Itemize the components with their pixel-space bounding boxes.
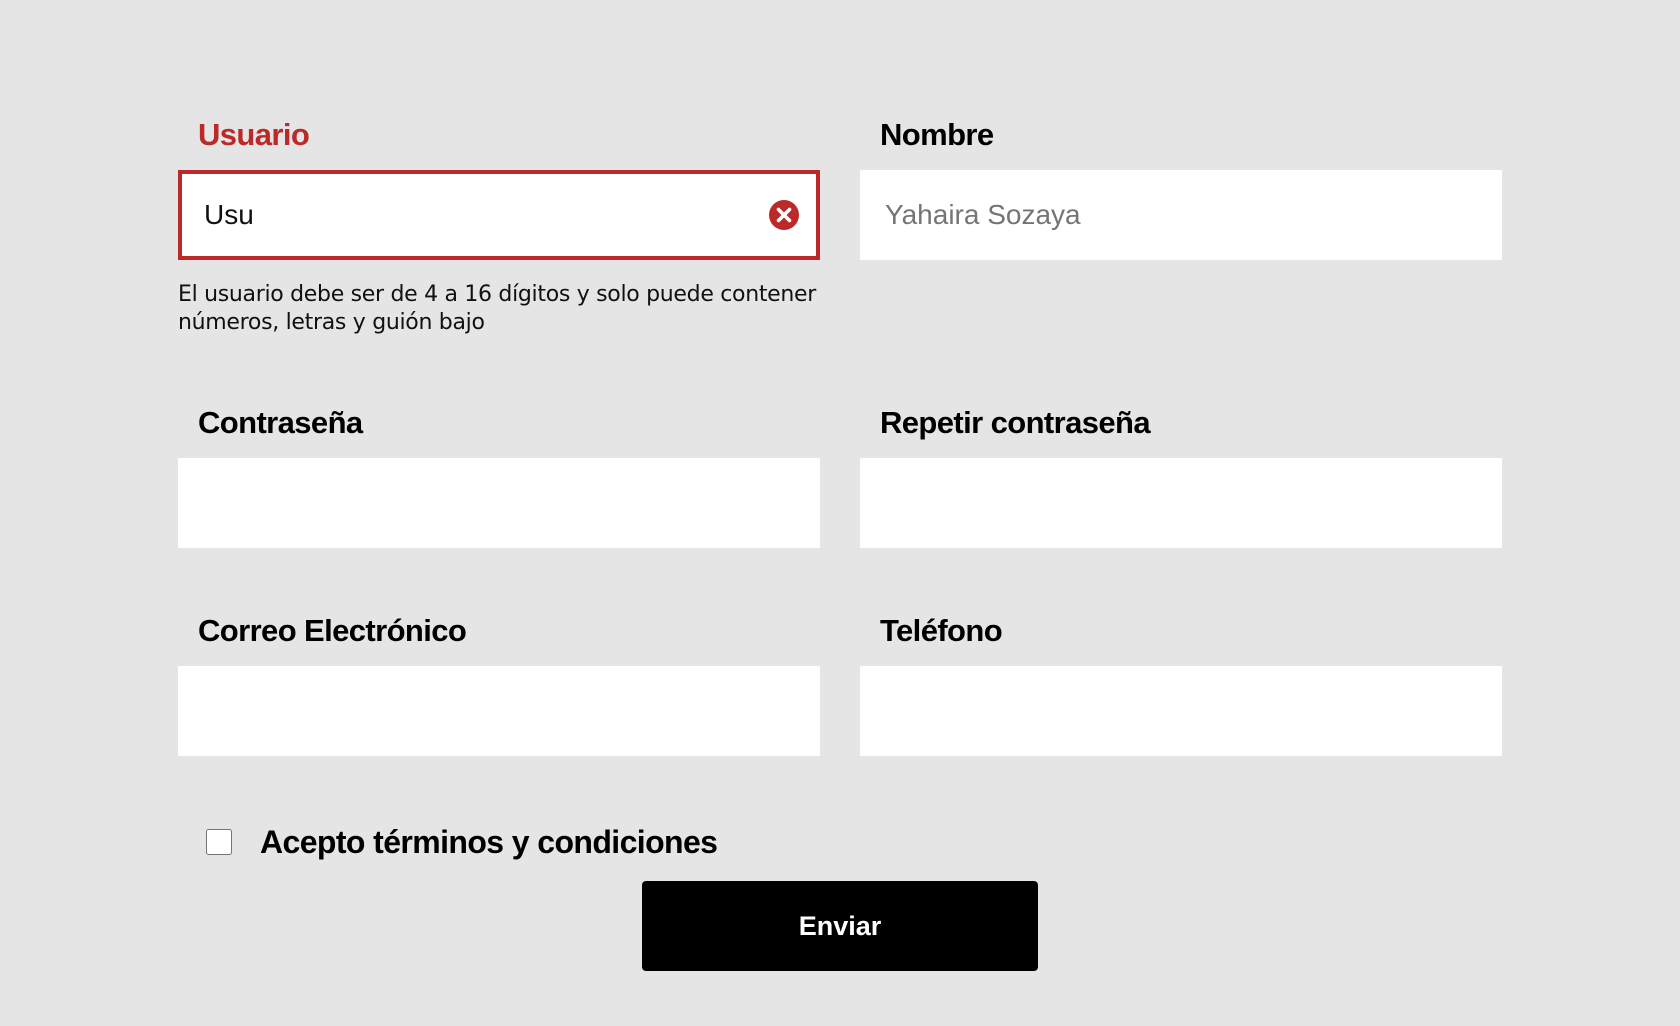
correo-input[interactable] (178, 666, 820, 756)
usuario-group: Usuario El usuario debe ser de 4 a 16 dí… (178, 100, 820, 337)
password-field-wrapper (178, 458, 820, 548)
telefono-label: Teléfono (880, 613, 1003, 648)
registration-form: Usuario El usuario debe ser de 4 a 16 dí… (178, 100, 1502, 1000)
nombre-field-wrapper (860, 170, 1502, 260)
password-repeat-input[interactable] (860, 458, 1502, 548)
password-repeat-field-wrapper (860, 458, 1502, 548)
nombre-input[interactable] (860, 170, 1502, 260)
correo-group: Correo Electrónico (178, 596, 820, 756)
password-input[interactable] (178, 458, 820, 548)
correo-label: Correo Electrónico (198, 613, 467, 648)
telefono-field-wrapper (860, 666, 1502, 756)
password-repeat-label: Repetir contraseña (880, 405, 1151, 440)
usuario-error-message: El usuario debe ser de 4 a 16 dígitos y … (178, 282, 817, 335)
correo-field-wrapper (178, 666, 820, 756)
nombre-group: Nombre (860, 100, 1502, 260)
submit-button[interactable]: Enviar (642, 881, 1038, 971)
usuario-input[interactable] (182, 174, 816, 256)
terms-label[interactable]: Acepto términos y condiciones (260, 824, 718, 861)
usuario-field-wrapper (178, 170, 820, 260)
password-repeat-group: Repetir contraseña (860, 388, 1502, 548)
terms-row: Acepto términos y condiciones (206, 822, 718, 862)
telefono-input[interactable] (860, 666, 1502, 756)
terms-checkbox[interactable] (206, 829, 232, 855)
password-group: Contraseña (178, 388, 820, 548)
nombre-label: Nombre (880, 117, 994, 152)
close-circle-icon[interactable] (768, 199, 800, 231)
password-label: Contraseña (198, 405, 363, 440)
usuario-label: Usuario (198, 117, 310, 152)
telefono-group: Teléfono (860, 596, 1502, 756)
